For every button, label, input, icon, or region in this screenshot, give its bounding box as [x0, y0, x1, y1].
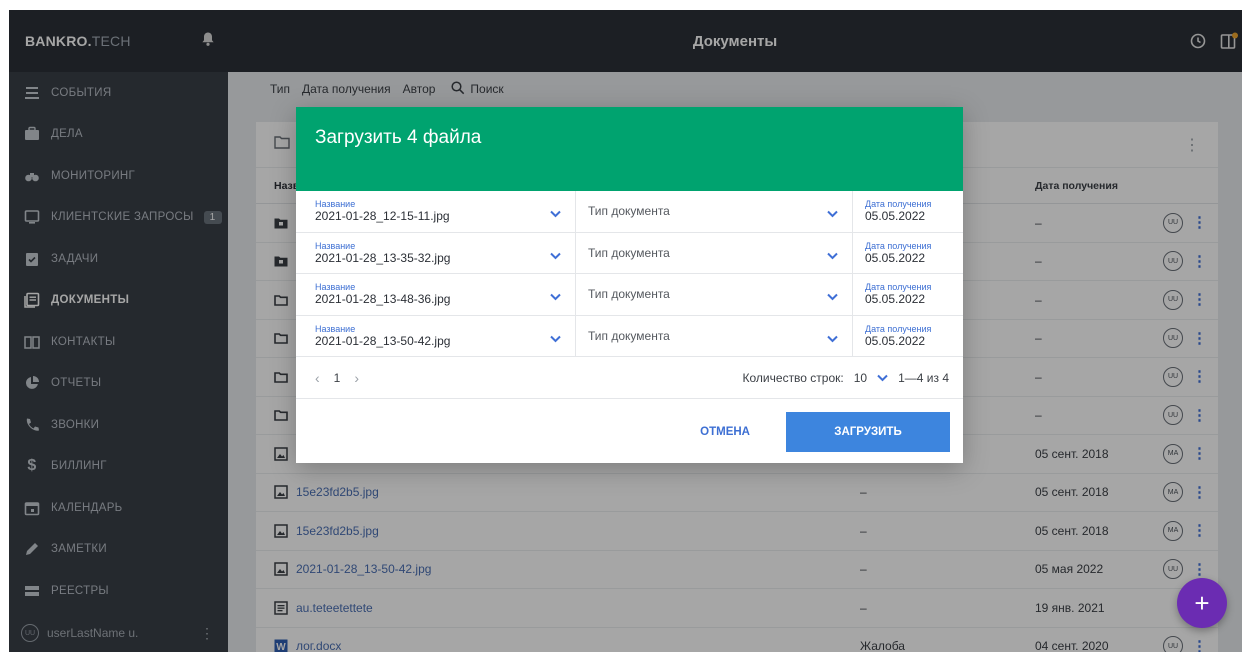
- document-type-placeholder: Тип документа: [588, 287, 670, 302]
- add-fab-button[interactable]: +: [1177, 578, 1227, 628]
- app-window: BANKRO.TECH События Дела Мониторинг Клие…: [9, 10, 1242, 652]
- received-date-field[interactable]: Дата получения 05.05.2022: [853, 191, 963, 232]
- file-name-label: Название: [315, 240, 356, 251]
- chevron-down-icon: [550, 330, 561, 348]
- document-type-placeholder: Тип документа: [588, 245, 670, 260]
- file-name-field: Название 2021-01-28_13-50-42.jpg: [315, 324, 450, 348]
- received-date-wrap: Дата получения 05.05.2022: [865, 324, 931, 348]
- file-name-select[interactable]: Название 2021-01-28_13-35-32.jpg: [296, 232, 576, 273]
- received-date-wrap: Дата получения 05.05.2022: [865, 282, 931, 306]
- rows-per-page-value: 10: [853, 370, 868, 385]
- document-type-select[interactable]: Тип документа: [576, 232, 853, 273]
- chevron-left-icon[interactable]: ‹: [315, 370, 320, 386]
- file-name-label: Название: [315, 282, 356, 293]
- pagination: ‹ 1 › Количество строк: 10 1—4 из 4: [296, 357, 963, 399]
- received-date-label: Дата получения: [865, 323, 932, 334]
- file-name-field: Название 2021-01-28_13-35-32.jpg: [315, 241, 450, 265]
- dialog-actions: ОТМЕНА ЗАГРУЗИТЬ: [296, 399, 963, 465]
- received-date-value: 05.05.2022: [865, 292, 926, 307]
- received-date-value: 05.05.2022: [865, 333, 926, 348]
- file-name-value: 2021-01-28_12-15-11.jpg: [315, 209, 450, 224]
- chevron-down-icon: [827, 288, 838, 306]
- rows-per-page-label: Количество строк:: [742, 370, 844, 385]
- plus-icon: +: [1194, 587, 1210, 618]
- file-name-value: 2021-01-28_13-50-42.jpg: [315, 333, 451, 348]
- received-date-label: Дата получения: [865, 240, 932, 251]
- received-date-wrap: Дата получения 05.05.2022: [865, 199, 931, 223]
- chevron-down-icon: [827, 330, 838, 348]
- file-name-field: Название 2021-01-28_13-48-36.jpg: [315, 282, 450, 306]
- file-name-select[interactable]: Название 2021-01-28_12-15-11.jpg: [296, 191, 576, 232]
- file-name-label: Название: [315, 323, 356, 334]
- file-name-value: 2021-01-28_13-35-32.jpg: [315, 250, 451, 265]
- rows-per-page-select[interactable]: 10: [854, 371, 888, 385]
- pagination-range: 1—4 из 4: [898, 370, 949, 385]
- upload-file-list: Название 2021-01-28_12-15-11.jpg Тип док…: [296, 191, 963, 357]
- rows-per-page: Количество строк: 10 1—4 из 4: [743, 371, 949, 385]
- received-date-value: 05.05.2022: [865, 209, 926, 224]
- received-date-label: Дата получения: [865, 282, 932, 293]
- upload-button[interactable]: ЗАГРУЗИТЬ: [786, 412, 950, 452]
- received-date-label: Дата получения: [865, 199, 932, 210]
- dialog-header: Загрузить 4 файла: [296, 107, 963, 191]
- upload-file-row: Название 2021-01-28_12-15-11.jpg Тип док…: [296, 191, 963, 233]
- chevron-down-icon: [550, 288, 561, 306]
- document-type-select[interactable]: Тип документа: [576, 315, 853, 356]
- upload-file-row: Название 2021-01-28_13-48-36.jpg Тип док…: [296, 274, 963, 316]
- received-date-wrap: Дата получения 05.05.2022: [865, 241, 931, 265]
- chevron-down-icon: [827, 247, 838, 265]
- document-type-placeholder: Тип документа: [588, 328, 670, 343]
- received-date-field[interactable]: Дата получения 05.05.2022: [853, 233, 963, 274]
- page-number: 1: [333, 370, 341, 385]
- chevron-down-icon: [877, 371, 888, 385]
- upload-file-row: Название 2021-01-28_13-35-32.jpg Тип док…: [296, 232, 963, 274]
- chevron-down-icon: [550, 205, 561, 223]
- document-type-select[interactable]: Тип документа: [576, 191, 853, 232]
- upload-dialog: Загрузить 4 файла Название 2021-01-28_12…: [296, 107, 963, 463]
- chevron-right-icon[interactable]: ›: [354, 370, 359, 386]
- dialog-title: Загрузить 4 файла: [315, 127, 482, 148]
- received-date-value: 05.05.2022: [865, 250, 926, 265]
- chevron-down-icon: [827, 205, 838, 223]
- file-name-select[interactable]: Название 2021-01-28_13-50-42.jpg: [296, 315, 576, 356]
- file-name-select[interactable]: Название 2021-01-28_13-48-36.jpg: [296, 274, 576, 315]
- document-type-placeholder: Тип документа: [588, 204, 670, 219]
- document-type-select[interactable]: Тип документа: [576, 274, 853, 315]
- received-date-field[interactable]: Дата получения 05.05.2022: [853, 316, 963, 357]
- file-name-label: Название: [315, 199, 356, 210]
- file-name-value: 2021-01-28_13-48-36.jpg: [315, 292, 451, 307]
- cancel-button[interactable]: ОТМЕНА: [700, 426, 750, 438]
- upload-file-row: Название 2021-01-28_13-50-42.jpg Тип док…: [296, 315, 963, 357]
- received-date-field[interactable]: Дата получения 05.05.2022: [853, 274, 963, 315]
- file-name-field: Название 2021-01-28_12-15-11.jpg: [315, 199, 450, 223]
- chevron-down-icon: [550, 247, 561, 265]
